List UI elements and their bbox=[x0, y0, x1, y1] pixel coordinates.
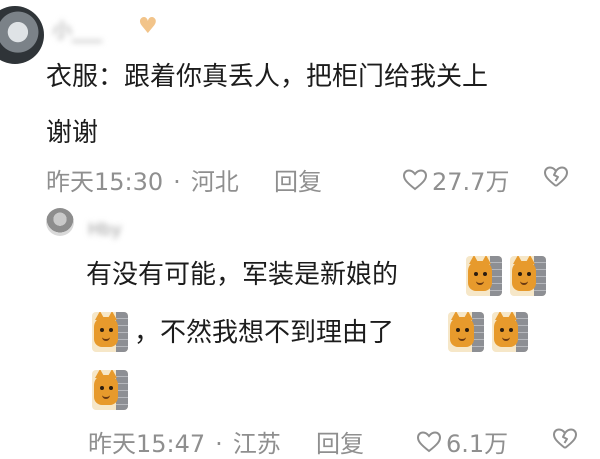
comment-text-line: 衣服：跟着你真丢人，把柜门给我关上 bbox=[46, 62, 489, 92]
timestamp: 昨天15:47 bbox=[88, 430, 206, 458]
timestamp: 昨天15:30 bbox=[46, 168, 164, 196]
like-count: 27.7万 bbox=[432, 168, 510, 196]
comment-meta: 昨天15:30 · 河北 bbox=[46, 162, 239, 197]
like-button[interactable]: 27.7万 bbox=[402, 162, 509, 197]
location: 河北 bbox=[190, 168, 239, 196]
broken-heart-icon[interactable] bbox=[552, 427, 578, 451]
username[interactable]: Hby bbox=[88, 220, 122, 240]
reply-button[interactable]: 回复 bbox=[274, 162, 322, 197]
comment-meta: 昨天15:47 · 江苏 bbox=[88, 424, 281, 459]
comment-text-line: ，不然我想不到理由了 bbox=[134, 318, 395, 348]
cat-emoji bbox=[510, 256, 546, 296]
comment-text-line: 有没有可能，军装是新娘的 bbox=[86, 260, 399, 290]
cat-emoji bbox=[466, 256, 502, 296]
cat-emoji bbox=[92, 370, 128, 410]
cat-emoji bbox=[448, 312, 484, 352]
like-count: 6.1万 bbox=[446, 430, 509, 458]
location: 江苏 bbox=[232, 430, 281, 458]
cat-emoji bbox=[492, 312, 528, 352]
like-button[interactable]: 6.1万 bbox=[416, 424, 508, 459]
avatar[interactable] bbox=[0, 6, 44, 64]
reply-button[interactable]: 回复 bbox=[316, 424, 364, 459]
meta-separator: · bbox=[173, 168, 181, 196]
comment-text-line: 谢谢 bbox=[46, 118, 99, 148]
heart-outline-icon bbox=[416, 430, 442, 454]
heart-outline-icon bbox=[402, 168, 428, 192]
meta-separator: · bbox=[215, 430, 223, 458]
heart-badge-icon: ♥ bbox=[138, 14, 158, 39]
broken-heart-icon[interactable] bbox=[543, 165, 569, 189]
username[interactable]: 小___ bbox=[52, 14, 102, 43]
cat-emoji bbox=[92, 312, 128, 352]
avatar[interactable] bbox=[46, 208, 74, 236]
